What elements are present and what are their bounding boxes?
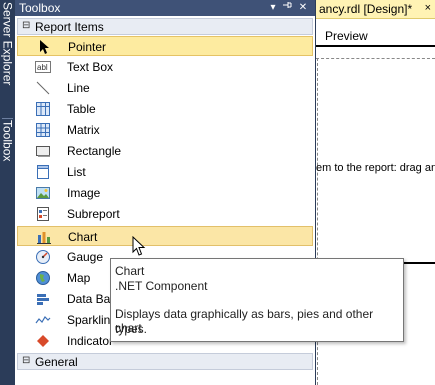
- image-icon: [35, 185, 51, 201]
- report-body-guide: [316, 58, 435, 60]
- close-icon[interactable]: ✕: [297, 0, 309, 16]
- category-general[interactable]: ⊟ General: [17, 353, 313, 370]
- server-explorer-label: Server Explorer: [0, 2, 15, 86]
- svg-text:abl: abl: [37, 63, 48, 72]
- mouse-cursor-icon: [132, 235, 146, 261]
- tool-item-label: Subreport: [67, 207, 120, 221]
- collapse-toggle-icon[interactable]: ⊟: [22, 20, 30, 31]
- toolbox-side-tab[interactable]: Toolbox: [0, 120, 15, 168]
- tool-item-label: Table: [67, 102, 96, 116]
- tool-item-chart[interactable]: Chart: [17, 226, 313, 246]
- collapse-toggle-icon[interactable]: ⊟: [22, 355, 30, 366]
- table-icon: [35, 101, 51, 117]
- toolbox-title-bar: Toolbox ▾ ✕: [15, 0, 315, 16]
- tool-item-label: Line: [67, 81, 90, 95]
- tool-item-label: Pointer: [68, 40, 107, 54]
- close-icon[interactable]: ×: [425, 2, 431, 14]
- line-icon: [35, 80, 51, 96]
- map-icon: [35, 270, 51, 286]
- side-tab-separator: [2, 118, 13, 119]
- tool-item-label: Image: [67, 186, 101, 200]
- tool-item-label: Text Box: [67, 60, 114, 74]
- subreport-icon: [35, 206, 51, 222]
- tool-item-label: Chart: [68, 230, 98, 244]
- document-tab[interactable]: ancy.rdl [Design]* ×: [316, 0, 435, 19]
- chart-icon: [36, 229, 52, 245]
- tooltip-title: Chart: [115, 264, 145, 278]
- toolbox-title: Toolbox: [19, 1, 61, 15]
- indicator-icon: [35, 333, 51, 349]
- dropdown-icon[interactable]: ▾: [267, 0, 279, 16]
- side-dock-bar: Server Explorer Toolbox: [0, 0, 15, 385]
- rectangle-icon: [35, 143, 51, 159]
- design-surface-hint: em to the report: drag an: [316, 162, 435, 174]
- tool-item-label: Data Bar: [67, 292, 115, 306]
- tool-item-label: Indicator: [67, 334, 114, 348]
- tool-item-label: List: [67, 165, 86, 179]
- category-label: General: [35, 355, 78, 369]
- gauge-icon: [35, 249, 51, 265]
- toolbox-tab-label: Toolbox: [0, 120, 15, 162]
- pointer-icon: [36, 39, 52, 55]
- category-report-items[interactable]: ⊟ Report Items: [17, 18, 313, 35]
- pin-icon[interactable]: [281, 0, 293, 16]
- tool-item-rectangle[interactable]: Rectangle: [17, 141, 313, 161]
- sparkline-icon: [35, 312, 51, 328]
- tool-item-label: Gauge: [67, 250, 104, 264]
- tool-item-label: Map: [67, 271, 91, 285]
- tool-item-text-box[interactable]: abl Text Box: [17, 57, 313, 77]
- tool-item-label: Matrix: [67, 123, 100, 137]
- list-icon: [35, 164, 51, 180]
- databar-icon: [35, 291, 51, 307]
- tool-item-matrix[interactable]: Matrix: [17, 120, 313, 140]
- tooltip: Chart .NET Component Displays data graph…: [110, 258, 404, 342]
- tooltip-description-line2: types.: [115, 322, 148, 336]
- tool-item-label: Rectangle: [67, 144, 122, 158]
- textbox-icon: abl: [35, 59, 51, 75]
- tool-item-list[interactable]: List: [17, 162, 313, 182]
- tool-item-subreport[interactable]: Subreport: [17, 204, 313, 224]
- tool-item-line[interactable]: Line: [17, 78, 313, 98]
- server-explorer-tab[interactable]: Server Explorer: [0, 2, 15, 117]
- tooltip-subtitle: .NET Component: [115, 279, 208, 293]
- tool-item-image[interactable]: Image: [17, 183, 313, 203]
- design-surface-border: [316, 45, 435, 47]
- tool-item-table[interactable]: Table: [17, 99, 313, 119]
- tooltip-description-line1: Displays data graphically as bars, pies …: [115, 307, 374, 335]
- matrix-icon: [35, 122, 51, 138]
- tool-item-pointer[interactable]: Pointer: [17, 36, 313, 56]
- category-label: Report Items: [35, 20, 104, 34]
- tab-preview[interactable]: Preview: [325, 29, 368, 43]
- document-tab-title: ancy.rdl [Design]*: [319, 2, 413, 16]
